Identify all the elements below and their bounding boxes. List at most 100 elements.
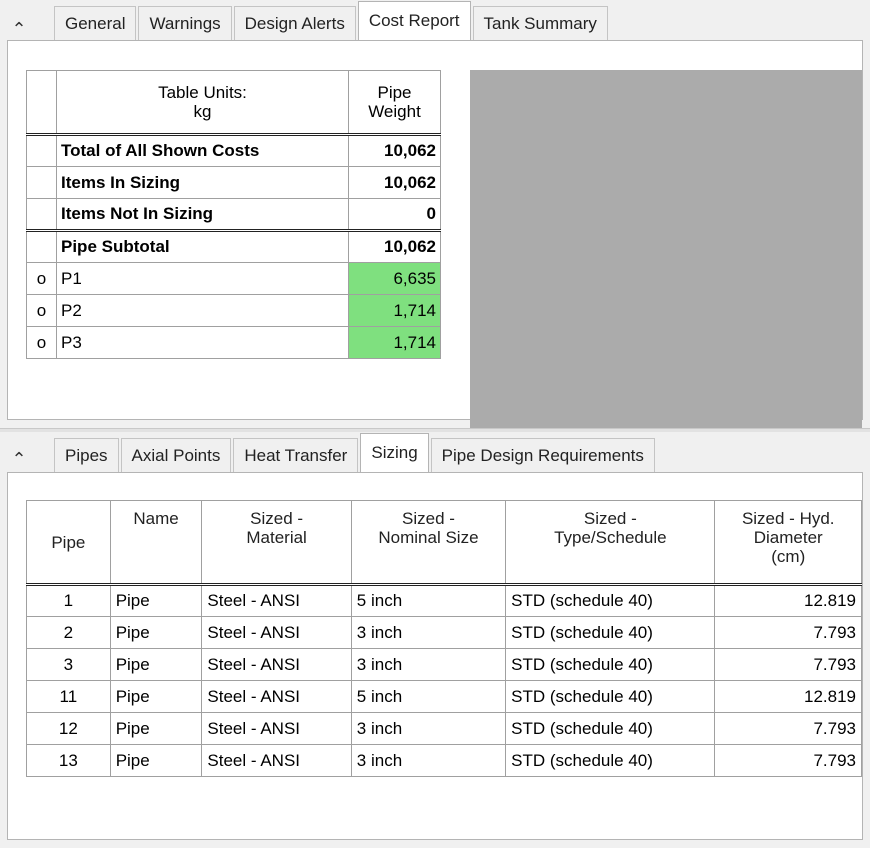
pipe-name: Pipe: [109, 712, 203, 745]
corner-cell: [26, 70, 57, 135]
pipe-name: P3: [56, 326, 349, 359]
table-row[interactable]: 12 Pipe Steel - ANSI 3 inch STD (schedul…: [26, 712, 862, 745]
pipe-weight-value: 1,714: [348, 294, 441, 327]
tab-cost-report[interactable]: Cost Report: [357, 1, 471, 41]
pipe-name: P2: [56, 294, 349, 327]
sized-hyd-diameter: 12.819: [714, 680, 862, 713]
table-row[interactable]: 1 Pipe Steel - ANSI 5 inch STD (schedule…: [26, 583, 862, 617]
output-panel-bottom: ⌃ Pipes Axial Points Heat Transfer Sizin…: [0, 432, 870, 848]
tab-heat-transfer[interactable]: Heat Transfer: [233, 438, 359, 472]
cost-report-table: Table Units: kg Pipe Weight Total of All…: [26, 70, 441, 359]
summary-label: Pipe Subtotal: [56, 229, 349, 263]
row-header: [26, 198, 57, 231]
pipe-weight-header: Pipe Weight: [348, 70, 441, 135]
sized-type-schedule: STD (schedule 40): [505, 712, 716, 745]
table-row[interactable]: 2 Pipe Steel - ANSI 3 inch STD (schedule…: [26, 616, 862, 649]
sized-material: Steel - ANSI: [201, 648, 352, 681]
table-row[interactable]: 11 Pipe Steel - ANSI 5 inch STD (schedul…: [26, 680, 862, 713]
sized-nominal-size: 3 inch: [350, 648, 507, 681]
row-header: [26, 133, 57, 167]
summary-row: Items Not In Sizing 0: [26, 198, 441, 231]
tab-warnings[interactable]: Warnings: [138, 6, 232, 40]
pipe-number[interactable]: 3: [26, 648, 111, 681]
pipe-number[interactable]: 1: [26, 583, 111, 617]
sized-material: Steel - ANSI: [201, 712, 352, 745]
pipe-number[interactable]: 13: [26, 744, 111, 777]
pipe-name: Pipe: [109, 680, 203, 713]
sized-type-schedule: STD (schedule 40): [505, 648, 716, 681]
tab-tank-summary[interactable]: Tank Summary: [472, 6, 608, 40]
summary-value: 10,062: [348, 166, 441, 199]
col-header-nominal-size[interactable]: Sized - Nominal Size: [350, 500, 507, 585]
sized-material: Steel - ANSI: [201, 583, 352, 617]
pipe-cost-row[interactable]: o P3 1,714: [26, 326, 441, 359]
col-header-pipe[interactable]: Pipe: [26, 500, 111, 585]
pipe-weight-value: 1,714: [348, 326, 441, 359]
tab-sizing[interactable]: Sizing: [360, 433, 429, 473]
output-panel-top: ⌃ General Warnings Design Alerts Cost Re…: [0, 0, 870, 450]
col-header-hyd-diameter[interactable]: Sized - Hyd. Diameter (cm): [714, 500, 862, 585]
row-marker[interactable]: o: [26, 326, 57, 359]
summary-row: Items In Sizing 10,062: [26, 166, 441, 199]
sized-hyd-diameter: 7.793: [714, 616, 862, 649]
sized-hyd-diameter: 12.819: [714, 583, 862, 617]
empty-grid-area: [470, 70, 862, 450]
tab-pipes[interactable]: Pipes: [54, 438, 119, 472]
summary-value: 10,062: [348, 133, 441, 167]
row-marker[interactable]: o: [26, 262, 57, 295]
sized-material: Steel - ANSI: [201, 616, 352, 649]
collapse-chevron-icon[interactable]: ⌃: [8, 448, 30, 470]
row-marker[interactable]: o: [26, 294, 57, 327]
summary-label: Items In Sizing: [56, 166, 349, 199]
sized-type-schedule: STD (schedule 40): [505, 616, 716, 649]
pipe-name: Pipe: [109, 744, 203, 777]
sized-material: Steel - ANSI: [201, 680, 352, 713]
sized-hyd-diameter: 7.793: [714, 744, 862, 777]
cost-report-content: Table Units: kg Pipe Weight Total of All…: [7, 40, 863, 450]
pipe-name: Pipe: [109, 583, 203, 617]
tab-pipe-design-requirements[interactable]: Pipe Design Requirements: [430, 438, 655, 472]
pipe-cost-row[interactable]: o P1 6,635: [26, 262, 441, 295]
pipe-cost-row[interactable]: o P2 1,714: [26, 294, 441, 327]
table-row[interactable]: 3 Pipe Steel - ANSI 3 inch STD (schedule…: [26, 648, 862, 681]
summary-label: Items Not In Sizing: [56, 198, 349, 231]
table-units-header: Table Units: kg: [56, 70, 349, 135]
sized-material: Steel - ANSI: [201, 744, 352, 777]
sized-nominal-size: 3 inch: [350, 712, 507, 745]
bottom-tab-strip: Pipes Axial Points Heat Transfer Sizing …: [54, 432, 657, 473]
summary-value: 10,062: [348, 229, 441, 263]
sized-type-schedule: STD (schedule 40): [505, 583, 716, 617]
sized-nominal-size: 5 inch: [350, 583, 507, 617]
sized-hyd-diameter: 7.793: [714, 648, 862, 681]
pipe-number[interactable]: 11: [26, 680, 111, 713]
sized-type-schedule: STD (schedule 40): [505, 744, 716, 777]
top-tab-strip: General Warnings Design Alerts Cost Repo…: [54, 0, 610, 41]
row-header: [26, 166, 57, 199]
pipe-name: P1: [56, 262, 349, 295]
table-row[interactable]: 13 Pipe Steel - ANSI 3 inch STD (schedul…: [26, 744, 862, 777]
pipe-weight-value: 6,635: [348, 262, 441, 295]
col-header-name[interactable]: Name: [109, 500, 203, 585]
sized-nominal-size: 3 inch: [350, 616, 507, 649]
summary-value: 0: [348, 198, 441, 231]
tab-general[interactable]: General: [54, 6, 137, 40]
sized-hyd-diameter: 7.793: [714, 712, 862, 745]
pipe-number[interactable]: 12: [26, 712, 111, 745]
sized-nominal-size: 5 inch: [350, 680, 507, 713]
col-header-type-schedule[interactable]: Sized - Type/Schedule: [505, 500, 716, 585]
pipe-name: Pipe: [109, 648, 203, 681]
summary-row: Pipe Subtotal 10,062: [26, 229, 441, 263]
summary-row: Total of All Shown Costs 10,062: [26, 133, 441, 167]
col-header-material[interactable]: Sized - Material: [201, 500, 352, 585]
row-header: [26, 229, 57, 263]
sizing-table: Pipe Name Sized - Material Sized - Nomin…: [26, 500, 862, 777]
sized-type-schedule: STD (schedule 40): [505, 680, 716, 713]
sized-nominal-size: 3 inch: [350, 744, 507, 777]
summary-label: Total of All Shown Costs: [56, 133, 349, 167]
pipe-number[interactable]: 2: [26, 616, 111, 649]
collapse-chevron-icon[interactable]: ⌃: [8, 18, 30, 40]
pipe-name: Pipe: [109, 616, 203, 649]
sizing-content: Pipe Name Sized - Material Sized - Nomin…: [7, 472, 863, 840]
tab-axial-points[interactable]: Axial Points: [120, 438, 232, 472]
tab-design-alerts[interactable]: Design Alerts: [233, 6, 356, 40]
